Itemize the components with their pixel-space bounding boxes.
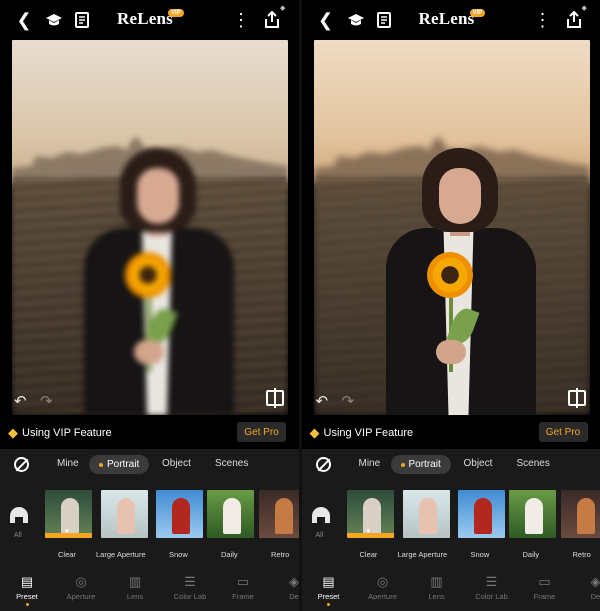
preset-snow-thumb[interactable]: [156, 490, 203, 538]
photo-canvas[interactable]: [313, 40, 590, 415]
preset-retro-label: Retro: [271, 550, 290, 559]
tab-scenes[interactable]: Scenes: [517, 458, 550, 469]
vip-feature-label: Using VIP Feature: [22, 427, 112, 439]
editor-panel-after: ❮ ReLens VIP ⋮ ◆ ↶ ↷ ◆ Using VIP Feature…: [301, 0, 600, 611]
all-presets-label: All: [315, 532, 324, 539]
tab-object[interactable]: Object: [464, 458, 493, 469]
preset-daily-thumb[interactable]: [508, 490, 556, 538]
back-icon[interactable]: ❮: [316, 10, 336, 30]
preset-retro-thumb[interactable]: [259, 490, 299, 538]
vip-badge: VIP: [469, 9, 486, 17]
nav-aperture[interactable]: ◎ Aperture: [363, 574, 403, 601]
aperture-icon: ◎: [75, 574, 87, 589]
more-icon[interactable]: ⋮: [533, 10, 553, 30]
bookmark-icon[interactable]: [374, 10, 394, 30]
preset-large-aperture-thumb[interactable]: [402, 490, 450, 538]
portrait-subject: [374, 140, 544, 415]
undo-icon[interactable]: ↶: [316, 392, 329, 410]
preset-daily-thumb[interactable]: [207, 490, 254, 538]
nav-preset[interactable]: ▤ Preset: [309, 574, 349, 606]
editor-panel-before: ❮ ReLens VIP ⋮ ◆ ↶ ↷ ◆ Using VIP Feature…: [0, 0, 299, 611]
nav-color-lab[interactable]: ☰ Color Lab: [170, 574, 210, 601]
nav-preset[interactable]: ▤ Preset: [7, 574, 47, 606]
vip-badge: VIP: [168, 9, 184, 17]
all-presets-icon[interactable]: [10, 507, 28, 523]
preset-clear-label: Clear: [58, 550, 76, 559]
get-pro-button[interactable]: Get Pro: [237, 422, 286, 442]
preset-large-aperture-thumb[interactable]: [101, 490, 148, 538]
tutorial-cap-icon[interactable]: [346, 10, 366, 30]
nav-lens[interactable]: ▥ Lens: [417, 574, 457, 601]
preset-icon: ▤: [322, 574, 335, 589]
vip-diamond-icon: ◆: [280, 5, 286, 12]
top-bar: ❮ ReLens VIP ⋮ ◆: [0, 0, 299, 40]
get-pro-button[interactable]: Get Pro: [538, 422, 588, 442]
share-icon[interactable]: [564, 10, 584, 30]
redo-icon[interactable]: ↷: [342, 392, 355, 410]
category-tabs: Mine Portrait Object Scenes: [0, 455, 299, 477]
preset-clear-thumb[interactable]: [45, 490, 92, 538]
portrait-subject: [72, 140, 242, 415]
nav-more[interactable]: ◈ De: [576, 574, 600, 601]
preset-snow-label: Snow: [470, 550, 490, 559]
color-lab-icon: ☰: [184, 574, 196, 589]
lens-icon: ▥: [128, 574, 142, 589]
redo-icon[interactable]: ↷: [40, 392, 53, 410]
top-bar: ❮ ReLens VIP ⋮ ◆: [302, 0, 600, 40]
preset-large-aperture-label: Large Aperture: [397, 550, 448, 559]
tab-portrait[interactable]: Portrait: [89, 455, 150, 474]
bookmark-icon[interactable]: [72, 10, 92, 30]
share-icon[interactable]: [262, 10, 282, 30]
more-icon[interactable]: ⋮: [231, 10, 251, 30]
none-icon[interactable]: [315, 457, 331, 472]
vip-diamond-icon: ◆: [581, 5, 587, 12]
nav-lens[interactable]: ▥ Lens: [115, 574, 155, 601]
color-lab-icon: ☰: [485, 574, 498, 589]
back-icon[interactable]: ❮: [14, 10, 34, 30]
tutorial-cap-icon[interactable]: [44, 10, 64, 30]
bottom-nav: ▤ Preset ◎ Aperture ▥ Lens ☰ Color Lab ▭…: [302, 574, 600, 611]
tab-mine[interactable]: Mine: [57, 458, 79, 469]
tab-object[interactable]: Object: [162, 458, 191, 469]
vip-feature-row: ◆ Using VIP Feature Get Pro: [8, 422, 292, 444]
frame-icon: ▭: [538, 574, 551, 589]
category-tabs: Mine Portrait Object Scenes: [302, 455, 600, 477]
nav-frame[interactable]: ▭ Frame: [223, 574, 263, 601]
preset-daily-label: Daily: [221, 550, 238, 559]
preset-large-aperture-label: Large Aperture: [96, 550, 146, 559]
app-logo: ReLens: [117, 9, 173, 28]
nav-aperture[interactable]: ◎ Aperture: [61, 574, 101, 601]
frame-icon: ▭: [236, 574, 250, 589]
all-presets-icon[interactable]: [311, 507, 330, 523]
compare-icon[interactable]: [266, 388, 284, 408]
nav-more[interactable]: ◈ De: [274, 574, 299, 601]
preset-clear-thumb[interactable]: [346, 490, 394, 538]
tab-scenes[interactable]: Scenes: [215, 458, 248, 469]
lens-icon: ▥: [430, 574, 443, 589]
aperture-icon: ◎: [376, 574, 389, 589]
vip-feature-label: Using VIP Feature: [323, 427, 414, 439]
preset-daily-label: Daily: [522, 550, 540, 559]
undo-icon[interactable]: ↶: [14, 392, 27, 410]
tab-portrait[interactable]: Portrait: [390, 455, 451, 474]
preset-snow-thumb[interactable]: [457, 490, 505, 538]
nav-frame[interactable]: ▭ Frame: [525, 574, 565, 601]
tab-mine[interactable]: Mine: [359, 458, 381, 469]
none-icon[interactable]: [14, 457, 29, 472]
vip-diamond-icon: ◆: [309, 425, 320, 440]
preset-snow-label: Snow: [169, 550, 188, 559]
vip-diamond-icon: ◆: [8, 425, 18, 440]
preset-icon: ▤: [20, 574, 34, 589]
nav-color-lab[interactable]: ☰ Color Lab: [472, 574, 512, 601]
compare-icon[interactable]: [567, 388, 586, 408]
comparison-view: ❮ ReLens VIP ⋮ ◆ ↶ ↷ ◆ Using VIP Feature…: [0, 0, 600, 611]
preset-retro-thumb[interactable]: [560, 490, 600, 538]
all-presets-label: All: [14, 532, 22, 539]
bottom-nav: ▤ Preset ◎ Aperture ▥ Lens ☰ Color Lab ▭…: [0, 574, 299, 611]
photo-canvas[interactable]: [12, 40, 288, 415]
vip-feature-row: ◆ Using VIP Feature Get Pro: [310, 422, 594, 444]
preset-clear-label: Clear: [359, 550, 378, 559]
preset-retro-label: Retro: [572, 550, 591, 559]
app-logo: ReLens: [418, 9, 475, 28]
